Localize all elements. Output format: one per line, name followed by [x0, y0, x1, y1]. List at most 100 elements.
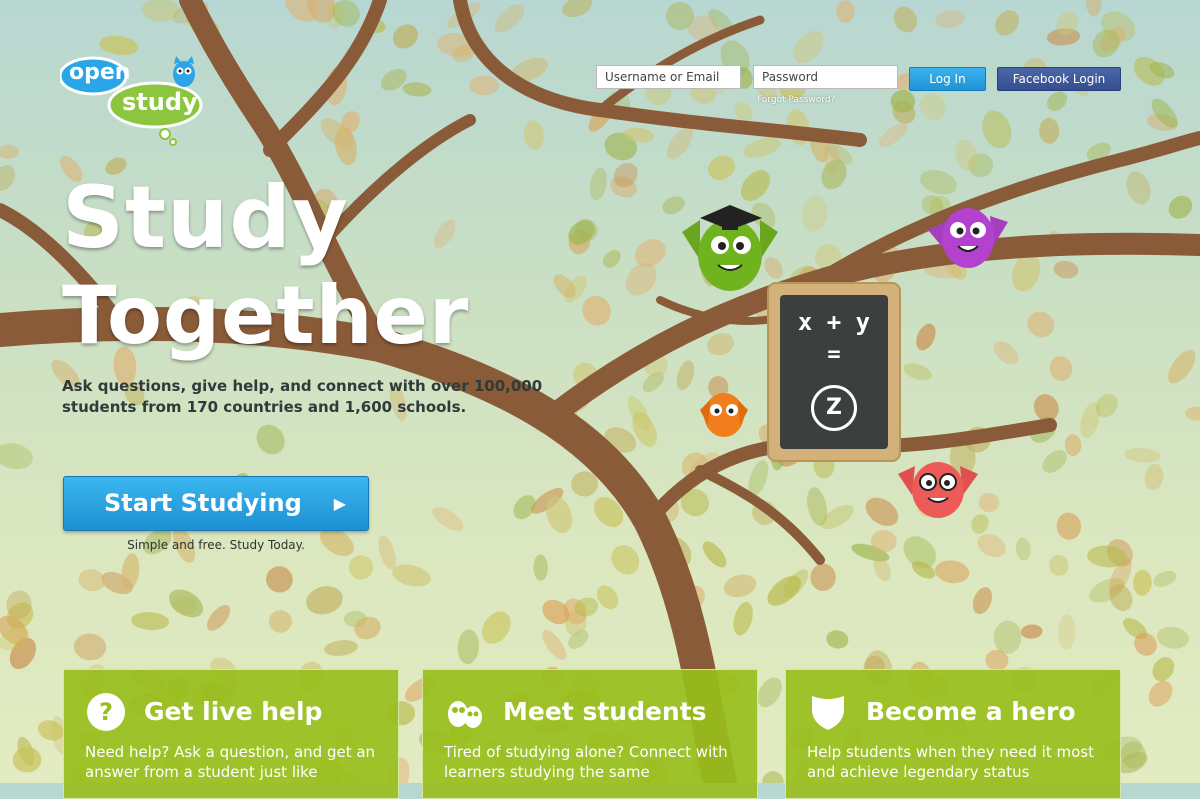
leaf [810, 563, 836, 591]
leaf [870, 530, 897, 553]
leaf [977, 534, 1006, 558]
leaf [1152, 657, 1175, 682]
card-title: Become a hero [866, 697, 1076, 726]
leaf [268, 610, 292, 633]
card-become-a-hero[interactable]: Become a hero Help students when they ne… [785, 669, 1121, 799]
leaf [706, 333, 735, 356]
leaf [402, 82, 432, 97]
leaf [762, 771, 784, 783]
leaf [1053, 260, 1079, 279]
leaf [919, 93, 946, 120]
leaf [995, 10, 1019, 36]
logo-owl-icon [173, 56, 195, 87]
orange-owl [700, 393, 748, 437]
leaf [1058, 614, 1076, 650]
leaf [662, 196, 685, 215]
start-studying-button[interactable]: Start Studying ▶ [63, 476, 369, 531]
leaf [1148, 680, 1173, 707]
leaf [207, 605, 231, 631]
play-arrow-icon: ▶ [333, 494, 346, 513]
leaf [542, 629, 567, 660]
leaf [1015, 537, 1031, 561]
leaf [878, 123, 908, 148]
leaf [348, 555, 374, 580]
card-body: Tired of studying alone? Connect with le… [444, 743, 728, 781]
card-meet-students[interactable]: Meet students Tired of studying alone? C… [422, 669, 758, 799]
leaf [836, 0, 855, 23]
password-input[interactable] [753, 65, 898, 89]
leaf [865, 497, 899, 526]
leaf [378, 535, 396, 570]
leaf [1027, 311, 1055, 338]
openstudy-logo[interactable]: open study [58, 52, 210, 147]
leaf [993, 341, 1019, 365]
hero-title-line2: Together [62, 269, 470, 362]
leaf [306, 586, 343, 615]
leaf [1049, 554, 1069, 576]
leaf [993, 620, 1022, 654]
red-owl [898, 462, 978, 518]
leaf [1168, 350, 1196, 384]
leaf [432, 507, 464, 531]
leaf [764, 257, 783, 279]
cta-subtext: Simple and free. Study Today. [127, 538, 305, 552]
shield-icon [812, 696, 844, 730]
leaf [392, 564, 431, 587]
owls-icon [448, 701, 482, 728]
leaf [524, 120, 544, 150]
leaf [740, 170, 771, 201]
leaf [1085, 0, 1102, 17]
leaf [982, 110, 1012, 149]
leaf [978, 493, 1000, 513]
leaf [481, 611, 511, 644]
leaf [916, 323, 936, 351]
leaf [708, 155, 735, 181]
leaf [611, 545, 640, 575]
leaf [78, 569, 106, 592]
chalkboard-formula: x + y [797, 308, 871, 336]
leaf [1056, 512, 1082, 540]
chalkboard-badge: Z [811, 385, 857, 431]
leaf [919, 170, 958, 195]
login-button[interactable]: Log In [909, 67, 986, 91]
leaf [0, 165, 15, 191]
leaf [1144, 463, 1164, 491]
leaf [971, 514, 989, 534]
leaf [469, 75, 499, 96]
forgot-password-link[interactable]: Forgot Password? [757, 95, 835, 105]
leaf [702, 541, 727, 568]
leaf [676, 360, 695, 391]
chalkboard-equals: = [827, 342, 841, 367]
leaf [903, 363, 933, 381]
leaf [457, 629, 480, 665]
card-get-live-help[interactable]: ? Get live help Need help? Ask a questio… [63, 669, 399, 799]
username-input[interactable] [596, 65, 741, 89]
card-title: Meet students [503, 697, 707, 726]
leaf [73, 633, 107, 661]
leaf [256, 424, 285, 455]
leaf [168, 589, 204, 618]
facebook-login-button[interactable]: Facebook Login [997, 67, 1121, 91]
leaf [392, 24, 419, 49]
leaf [1156, 626, 1189, 649]
leaf [733, 602, 753, 636]
card-body: Need help? Ask a question, and get an an… [85, 743, 376, 781]
leaf [324, 640, 358, 656]
leaf [1047, 91, 1067, 111]
leaf [1020, 624, 1043, 639]
question-icon: ? [87, 693, 125, 731]
leaf [1132, 569, 1152, 596]
leaf [972, 587, 993, 615]
hero-description: Ask questions, give help, and connect wi… [62, 377, 543, 416]
leaf [0, 144, 19, 160]
logo-text-study: study [122, 88, 198, 116]
leaf [131, 612, 170, 631]
hero-title-line1: Study [62, 168, 349, 268]
leaf [1126, 171, 1151, 205]
leaf [533, 554, 548, 581]
chalkboard-badge-letter: Z [826, 395, 842, 420]
leaf [1168, 195, 1193, 219]
leaf [589, 167, 607, 201]
leaf [934, 560, 970, 584]
leaf [826, 630, 849, 649]
